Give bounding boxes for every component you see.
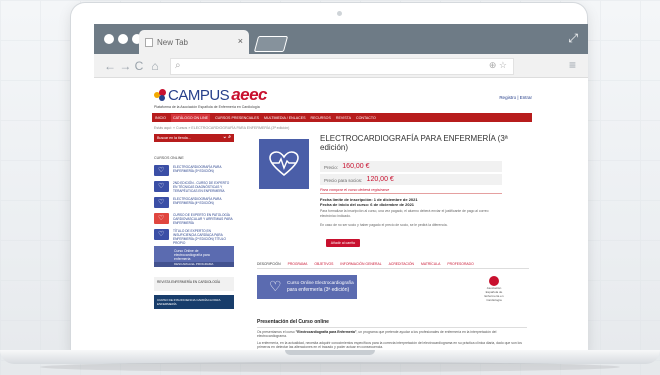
download-program-link[interactable]: DESCARGA EL PROGRAMA bbox=[154, 262, 234, 267]
hero-line-1: Curso Online Electrocardiografía bbox=[287, 280, 354, 285]
presentation-paragraph-1: Os presentamos el curso "Electrocardiogr… bbox=[257, 330, 527, 338]
course-thumbnail bbox=[154, 197, 169, 208]
nav-item-contacto[interactable]: CONTACTO bbox=[356, 116, 376, 120]
tab-matricula[interactable]: MATRÍCULA bbox=[421, 262, 440, 266]
tab-descripcion[interactable]: DESCRIPCIÓN bbox=[257, 262, 281, 266]
logo-mark-icon bbox=[154, 89, 166, 101]
search-icon: ⌕ bbox=[175, 60, 181, 71]
aeec-seal-icon bbox=[489, 276, 499, 286]
nav-item-catalogo[interactable]: CATÁLOGO ON LINE bbox=[170, 113, 211, 122]
sidebar-heading: CURSOS ONLINE bbox=[154, 156, 184, 160]
navigation-icons[interactable]: ← → C bbox=[104, 59, 143, 73]
laptop-screen: New Tab × ⤢ ← → C ⌂ ⌕ ⊕ ☆ ≡ CAMPUS aeec … bbox=[94, 24, 588, 350]
web-page: CAMPUS aeec Plataforma de la Asociación … bbox=[94, 78, 588, 350]
heart-icon: ♡ bbox=[269, 278, 282, 294]
browser-tab-bar: New Tab × ⤢ bbox=[94, 24, 588, 54]
tab-profesorado[interactable]: PROFESORADO bbox=[447, 262, 473, 266]
shop-search-input[interactable]: Buscar en la tienda... ⌄ ⌕ bbox=[154, 134, 234, 142]
logo-subtitle: Plataforma de la Asociación Española de … bbox=[154, 105, 260, 109]
info-text-1: Para formalizar la inscripción al curso,… bbox=[320, 209, 489, 218]
tab-acreditacion[interactable]: ACREDITACIÓN bbox=[389, 262, 414, 266]
sidebar-course[interactable]: TÍTULO DE EXPERTO EN INSUFICIENCIA CARDÍ… bbox=[154, 229, 234, 245]
address-bar[interactable]: ⌕ ⊕ ☆ bbox=[170, 58, 514, 75]
course-link[interactable]: TÍTULO DE EXPERTO EN INSUFICIENCIA CARDÍ… bbox=[173, 229, 234, 245]
login-links[interactable]: Registro | Entrar bbox=[499, 95, 532, 100]
course-link[interactable]: 2ND EDICIÓN - CURSO DE EXPERTO EN TÉCNIC… bbox=[173, 181, 234, 193]
window-controls bbox=[104, 34, 142, 44]
laptop-notch bbox=[285, 350, 375, 355]
tab-programa[interactable]: PROGRAMA bbox=[288, 262, 308, 266]
sidebar-course[interactable]: ELECTROCARDIOGRAFÍA PARA ENFERMERÍA (3ª … bbox=[154, 165, 234, 177]
zoom-bookmark-icons[interactable]: ⊕ ☆ bbox=[489, 60, 507, 71]
tab-title: New Tab bbox=[157, 38, 188, 47]
course-thumbnail bbox=[154, 165, 169, 176]
browser-tab[interactable]: New Tab × bbox=[139, 30, 249, 54]
hero-line-2: para enfermería (3ª edición) bbox=[287, 287, 350, 293]
product-tabs: DESCRIPCIÓN PROGRAMA OBJETIVOS INFORMACI… bbox=[257, 262, 529, 269]
sidebar-banner-ic[interactable]: CURSO DE INSUFICIENCIA CARDÍACA PARA ENF… bbox=[154, 295, 234, 309]
presentation-title: Presentación del Curso online bbox=[257, 319, 527, 328]
course-thumbnail bbox=[154, 213, 169, 224]
product-image[interactable] bbox=[259, 139, 309, 189]
site-logo[interactable]: CAMPUS aeec bbox=[154, 85, 268, 105]
logo-aeec-text: aeec bbox=[231, 85, 268, 104]
price-value: 160,00 € bbox=[342, 163, 370, 170]
sidebar: Buscar en la tienda... ⌄ ⌕ CURSOS ONLINE… bbox=[154, 134, 234, 309]
para1-text-bold: "Electrocardiografía para Enfermería" bbox=[295, 330, 357, 334]
minimize-window-dot[interactable] bbox=[118, 34, 128, 44]
sidebar-banner-revista[interactable]: REVISTA ENFERMERÍA EN CARDIOLOGÍA bbox=[154, 277, 234, 291]
course-hero-banner: ♡ Curso Online Electrocardiografía para … bbox=[257, 275, 357, 299]
presentation-paragraph-2: La enfermería, en la actualidad, necesit… bbox=[257, 341, 522, 350]
laptop-shadow bbox=[40, 362, 620, 372]
nav-item-recursos[interactable]: RECURSOS bbox=[311, 116, 331, 120]
logo-campus-text: CAMPUS bbox=[168, 86, 230, 104]
member-price-label: Precio para socios: bbox=[324, 178, 363, 183]
aeec-seal-text: Asociación Española de Enfermería en Car… bbox=[484, 286, 504, 302]
member-price-value: 120,00 € bbox=[366, 176, 394, 183]
home-icon[interactable]: ⌂ bbox=[151, 59, 158, 73]
heart-ecg-icon bbox=[269, 151, 299, 177]
start-date-text: Fecha de inicio del curso: 6 de diciembr… bbox=[320, 202, 415, 207]
price-row: Precio: 160,00 € bbox=[320, 161, 502, 172]
menu-icon[interactable]: ≡ bbox=[569, 58, 576, 72]
expand-icon[interactable]: ⤢ bbox=[568, 31, 578, 46]
sidebar-course[interactable]: CURSO DE EXPERTO EN PATOLOGÍA CARDIOVASC… bbox=[154, 213, 234, 225]
course-link[interactable]: CURSO DE EXPERTO EN PATOLOGÍA CARDIOVASC… bbox=[173, 213, 234, 225]
nav-item-inicio[interactable]: INICIO bbox=[155, 116, 166, 120]
close-window-dot[interactable] bbox=[104, 34, 114, 44]
sidebar-course[interactable]: 2ND EDICIÓN - CURSO DE EXPERTO EN TÉCNIC… bbox=[154, 181, 234, 193]
course-thumbnail bbox=[154, 229, 169, 240]
add-to-cart-button[interactable]: Añadir al carrito bbox=[326, 239, 360, 247]
tab-informacion[interactable]: INFORMACIÓN GENERAL bbox=[340, 262, 381, 266]
camera-dot bbox=[337, 11, 342, 16]
price-label: Precio: bbox=[324, 165, 339, 170]
register-note[interactable]: Para comprar el curso deberá registrarse bbox=[320, 188, 502, 194]
shop-search-placeholder: Buscar en la tienda... bbox=[157, 136, 191, 140]
nav-item-multimedia[interactable]: MULTIMEDIA / ENLACES bbox=[264, 116, 305, 120]
course-link[interactable]: ELECTROCARDIOGRAFÍA PARA ENFERMERÍA (4ª … bbox=[173, 197, 234, 209]
member-price-row: Precio para socios: 120,00 € bbox=[320, 174, 502, 185]
nav-item-presenciales[interactable]: CURSOS PRESENCIALES bbox=[215, 116, 259, 120]
aeec-seal: Asociación Española de Enfermería en Car… bbox=[483, 276, 505, 302]
new-tab-button[interactable] bbox=[253, 36, 289, 52]
browser-toolbar: ← → C ⌂ ⌕ ⊕ ☆ ≡ bbox=[94, 54, 588, 78]
nav-item-revista[interactable]: REVISTA bbox=[336, 116, 351, 120]
sidebar-banner-ecg[interactable]: Curso Online de electrocardiografía para… bbox=[154, 246, 234, 262]
tab-objetivos[interactable]: OBJETIVOS bbox=[314, 262, 333, 266]
product-title: ELECTROCARDIOGRAFÍA PARA ENFERMERÍA (3ª … bbox=[320, 134, 508, 152]
sidebar-course[interactable]: ELECTROCARDIOGRAFÍA PARA ENFERMERÍA (4ª … bbox=[154, 197, 234, 209]
course-thumbnail bbox=[154, 181, 169, 192]
search-icon[interactable]: ⌄ ⌕ bbox=[223, 134, 231, 140]
page-icon bbox=[145, 38, 153, 47]
breadcrumb[interactable]: Estás aquí: » Cursos » ELECTROCARDIOGRAF… bbox=[154, 126, 289, 130]
course-link[interactable]: ELECTROCARDIOGRAFÍA PARA ENFERMERÍA (3ª … bbox=[173, 165, 234, 177]
close-tab-icon[interactable]: × bbox=[238, 36, 243, 46]
main-nav: INICIO CATÁLOGO ON LINE CURSOS PRESENCIA… bbox=[152, 113, 532, 122]
info-text-2: En caso de no ser socio y haber pagado e… bbox=[320, 223, 448, 227]
